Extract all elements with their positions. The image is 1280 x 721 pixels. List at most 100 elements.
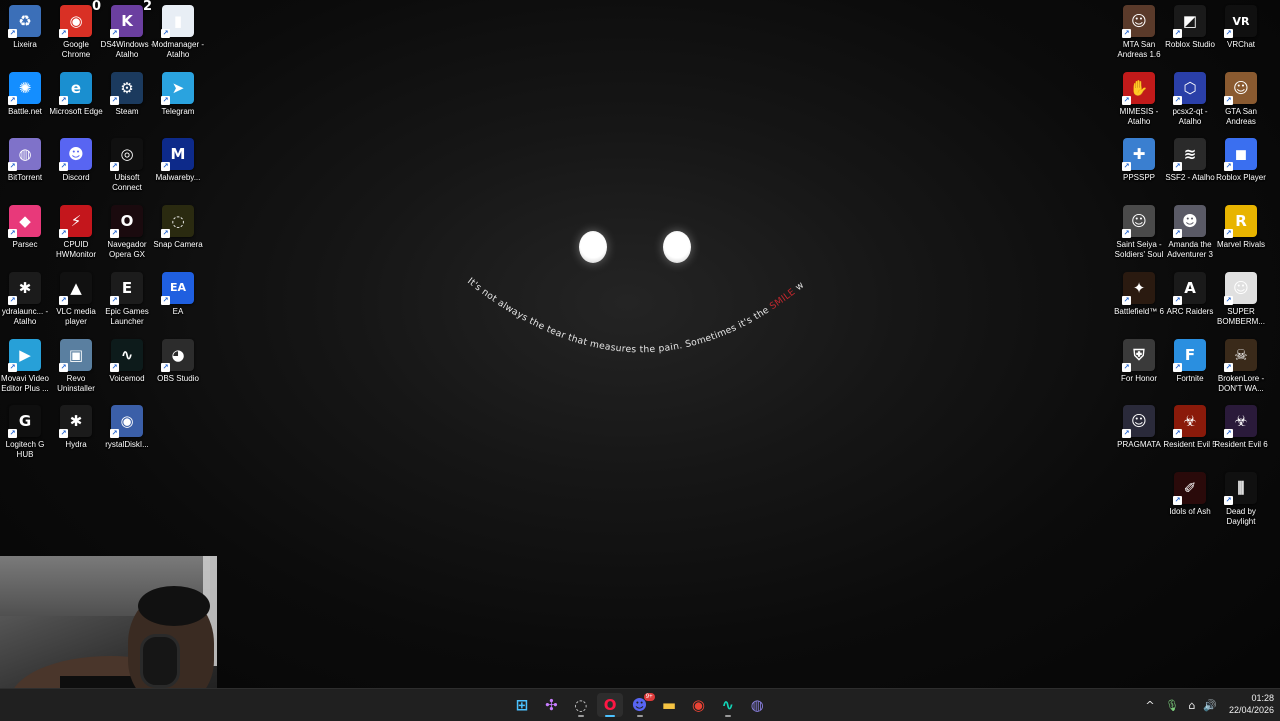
start-button[interactable]: ⊞	[509, 693, 535, 717]
tray-microphone[interactable]: 🎙	[1163, 689, 1181, 721]
right-icon-item[interactable]: ✐ ↗ Idols of Ash	[1165, 467, 1215, 531]
right-icon-item[interactable]: ⛨ ↗ For Honor	[1114, 334, 1164, 398]
left-icon-item[interactable]: ♻ ↗ Lixeira	[0, 0, 50, 64]
bittorrent-taskbar-button[interactable]: ◍	[744, 693, 770, 717]
icon-glyph: ⛨	[1133, 345, 1145, 364]
file-explorer-button[interactable]: ▬	[656, 693, 682, 717]
copilot-button[interactable]: ✣	[538, 693, 564, 717]
right-icon-item[interactable]: ⬡ ↗ pcsx2-qt - Atalho	[1165, 67, 1215, 131]
right-icon-item[interactable]: F ↗ Fortnite	[1165, 334, 1215, 398]
left-icon-item[interactable]: ✱ ↗ Hydra	[51, 400, 101, 464]
right-icon-item[interactable]: ◩ ↗ Roblox Studio	[1165, 0, 1215, 64]
icon-glyph: ✺	[18, 78, 32, 97]
icon-label: Battle.net	[8, 106, 42, 116]
running-indicator	[724, 715, 731, 717]
icon-label: PRAGMATA	[1117, 440, 1161, 450]
icon-glyph: ◎	[120, 145, 134, 164]
left-icon-item[interactable]: ▲ ↗ VLC media player	[51, 267, 101, 331]
voicemod-icon: ∿	[721, 696, 735, 714]
hydra-launcher-icon: ✱ ↗	[8, 271, 41, 305]
right-icon-item[interactable]: ☻ ↗ Amanda the Adventurer 3	[1165, 200, 1215, 264]
discord-taskbar-button[interactable]: ☻ 9+	[627, 693, 655, 717]
left-icon-item[interactable]: M ↗ Malwareby...	[153, 133, 203, 197]
taskbar-clock[interactable]: 01:28 22/04/2026	[1214, 692, 1274, 716]
left-icon-item[interactable]: ☻ ↗ Discord	[51, 133, 101, 197]
crystaldisk-icon: ◉ ↗	[110, 405, 143, 439]
right-icon-item[interactable]: ✋ ↗ MIMESIS - Atalho	[1114, 67, 1164, 131]
left-icon-item[interactable]: ✱ ↗ ydralaunc... - Atalho	[0, 267, 50, 331]
left-icon-item[interactable]: G ↗ Logitech G HUB	[0, 400, 50, 464]
left-icon-item[interactable]: ◍ ↗ BitTorrent	[0, 133, 50, 197]
right-icon-item[interactable]: ✦ ↗ Battlefield™ 6	[1114, 267, 1164, 331]
shortcut-arrow-icon: ↗	[1122, 295, 1131, 305]
left-icon-item[interactable]: K ↗ 2 DS4Windows - Atalho	[101, 0, 154, 64]
left-icon-item[interactable]: ⚡ ↗ CPUID HWMonitor	[51, 200, 101, 264]
left-icon-item[interactable]: ◆ ↗ Parsec	[0, 200, 50, 264]
right-icon-item[interactable]: ☺ ↗ Saint Seiya - Soldiers' Soul	[1114, 200, 1164, 264]
shortcut-arrow-icon: ↗	[161, 229, 170, 239]
right-icon-item[interactable]: ☺ ↗ GTA San Andreas	[1216, 67, 1266, 131]
shortcut-arrow-icon: ↗	[1173, 229, 1182, 239]
left-icon-item[interactable]: ◉ ↗ 0 Google Chrome	[51, 0, 101, 64]
left-icon-item[interactable]: e ↗ Microsoft Edge	[49, 67, 103, 131]
right-icon-item[interactable]: ☣ ↗ Resident Evil 5	[1163, 400, 1217, 464]
left-icon-item[interactable]: ➤ ↗ Telegram	[153, 67, 203, 131]
shortcut-arrow-icon: ↗	[161, 95, 170, 105]
running-indicator	[605, 715, 616, 717]
left-icon-item[interactable]: ⚙ ↗ Steam	[102, 67, 152, 131]
right-icon-item[interactable]: ✚ ↗ PPSSPP	[1114, 133, 1164, 197]
icon-label: VLC media player	[56, 306, 96, 326]
left-icon-item[interactable]: EA ↗ EA	[153, 267, 203, 331]
right-icon-item[interactable]: ≋ ↗ SSF2 - Atalho	[1165, 133, 1215, 197]
left-icon-item[interactable]: ▶ ↗ Movavi Video Editor Plus ...	[0, 334, 50, 398]
right-icon-item[interactable]: R ↗ Marvel Rivals	[1216, 200, 1266, 264]
icon-label: Resident Evil 6	[1214, 440, 1268, 450]
right-icon-item[interactable]: ☺ ↗ SUPER BOMBERM...	[1216, 267, 1266, 331]
left-icon-item[interactable]: ◌ ↗ Snap Camera	[153, 200, 203, 264]
left-icon-item[interactable]: ∿ ↗ Voicemod	[102, 334, 152, 398]
shortcut-arrow-icon: ↗	[1173, 29, 1182, 38]
steam-icon: ⚙ ↗	[110, 71, 143, 105]
icon-label: Movavi Video Editor Plus ...	[1, 373, 49, 393]
chrome-taskbar-button[interactable]: ◉	[685, 693, 711, 717]
webcam-person-hair	[138, 586, 210, 626]
right-icon-item[interactable]: ☺ ↗ PRAGMATA	[1114, 400, 1164, 464]
icon-label: Steam	[115, 106, 139, 116]
re5-icon: ☣ ↗	[1173, 405, 1206, 439]
left-icon-item[interactable]: ◕ ↗ OBS Studio	[153, 334, 203, 398]
running-indicator	[577, 715, 584, 717]
icon-glyph: ◍	[18, 145, 32, 164]
left-icon-item[interactable]: E ↗ Epic Games Launcher	[102, 267, 152, 331]
tray-overflow-button[interactable]: ^	[1142, 689, 1158, 721]
icon-glyph: ◌	[171, 212, 185, 231]
right-icon-item[interactable]: A ↗ ARC Raiders	[1165, 267, 1215, 331]
shortcut-arrow-icon: ↗	[59, 295, 68, 305]
shortcut-arrow-icon: ↗	[1173, 495, 1182, 505]
tray-network[interactable]: ⌂	[1183, 689, 1201, 721]
right-icon-item[interactable]: ☣ ↗ Resident Evil 6	[1214, 400, 1268, 464]
right-icon-item[interactable]: VR ↗ VRChat	[1216, 0, 1266, 64]
icon-label: Saint Seiya - Soldiers' Soul	[1114, 240, 1164, 260]
left-icon-item[interactable]: ◉ ↗ rystalDiskI...	[102, 400, 152, 464]
left-icon-item[interactable]: O ↗ Navegador Opera GX	[102, 200, 152, 264]
right-icon-item[interactable]: ☠ ↗ BrokenLore - DON'T WA...	[1216, 334, 1266, 398]
right-icon-item[interactable]: ◼ ↗ Roblox Player	[1216, 133, 1266, 197]
icon-glyph: ☺	[1131, 12, 1147, 30]
left-icon-item[interactable]: ▮ ↗ Modmanager - Atalho	[152, 0, 204, 64]
right-icon-item[interactable]: ⫼ ↗ Dead by Daylight	[1216, 467, 1266, 531]
icon-glyph: e	[70, 78, 82, 97]
shortcut-arrow-icon: ↗	[110, 429, 119, 439]
opera-gx-taskbar-button[interactable]: O	[597, 693, 624, 717]
hydra-taskbar-button[interactable]: ◌	[568, 693, 594, 717]
left-icon-item[interactable]: ✺ ↗ Battle.net	[0, 67, 50, 131]
marvel-rivals-icon: R ↗	[1224, 205, 1257, 239]
shortcut-arrow-icon: ↗	[59, 95, 68, 105]
icon-glyph: ◼	[1234, 145, 1248, 164]
icon-label: Idols of Ash	[1169, 506, 1211, 516]
icon-label: Epic Games Launcher	[105, 306, 149, 326]
left-icon-item[interactable]: ▣ ↗ Revo Uninstaller	[51, 334, 101, 398]
right-icon-item[interactable]: ☺ ↗ MTA San Andreas 1.6	[1114, 0, 1164, 64]
shortcut-arrow-icon: ↗	[59, 29, 68, 38]
left-icon-item[interactable]: ◎ ↗ Ubisoft Connect	[102, 133, 152, 197]
voicemod-taskbar-button[interactable]: ∿	[715, 693, 741, 717]
